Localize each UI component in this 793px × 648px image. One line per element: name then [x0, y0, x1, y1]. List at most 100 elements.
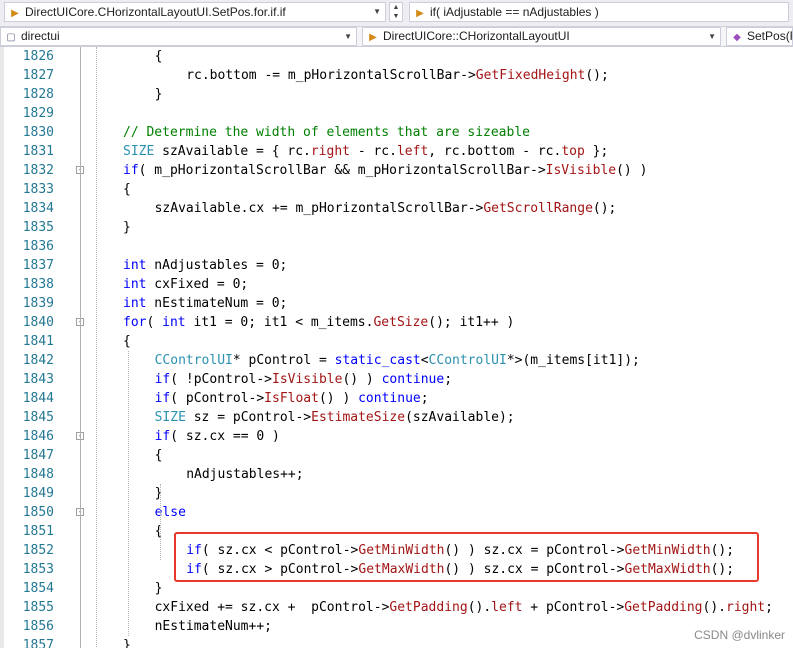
- code-token: ( pControl->: [170, 391, 265, 406]
- code-token: ( m_pHorizontalScrollBar && m_pHorizonta…: [138, 163, 546, 178]
- project-dropdown[interactable]: ▢ directui ▼: [0, 27, 357, 46]
- method-icon: ◆: [733, 32, 741, 43]
- code-token: if: [154, 391, 171, 406]
- code-text: int nEstimateNum = 0;: [123, 294, 287, 313]
- code-token: (: [146, 315, 163, 330]
- code-text: if( sz.cx == 0 ): [155, 427, 280, 446]
- code-line[interactable]: 1845 SIZE sz = pControl->EstimateSize(szA…: [0, 408, 793, 427]
- code-line[interactable]: 1837 int nAdjustables = 0;: [0, 256, 793, 275]
- code-line[interactable]: 1856 nEstimateNum++;: [0, 617, 793, 636]
- line-number: 1835: [22, 220, 54, 235]
- code-line[interactable]: 1832- if( m_pHorizontalScrollBar && m_pHo…: [0, 161, 793, 180]
- code-line[interactable]: 1855 cxFixed += sz.cx + pControl->GetPadd…: [0, 598, 793, 617]
- code-line[interactable]: 1839 int nEstimateNum = 0;: [0, 294, 793, 313]
- line-number: 1833: [22, 182, 54, 197]
- line-number: 1826: [22, 49, 54, 64]
- class-dropdown-label: DirectUICore::CHorizontalLayoutUI: [383, 29, 570, 43]
- code-text: {: [123, 332, 131, 351]
- code-token: {: [154, 448, 163, 463]
- code-text: SIZE szAvailable = { rc.right - rc.left,…: [123, 142, 608, 161]
- code-text: }: [155, 484, 163, 503]
- code-text: CControlUI* pControl = static_cast<CCont…: [155, 351, 640, 370]
- cpp-file-icon: ▢: [6, 32, 16, 43]
- code-token: IsFloat: [264, 391, 319, 406]
- line-number: 1857: [22, 638, 54, 648]
- code-token: right: [726, 600, 766, 615]
- code-line[interactable]: 1828}: [0, 85, 793, 104]
- line-number: 1830: [22, 125, 54, 140]
- code-text: rc.bottom -= m_pHorizontalScrollBar->Get…: [186, 66, 609, 85]
- code-line[interactable]: 1833 {: [0, 180, 793, 199]
- code-line[interactable]: 1847 {: [0, 446, 793, 465]
- code-token: GetPadding: [389, 600, 468, 615]
- line-number: 1838: [22, 277, 54, 292]
- line-number: 1828: [22, 87, 54, 102]
- code-token: CControlUI: [154, 353, 233, 368]
- code-token: {: [123, 182, 131, 197]
- code-token: cxFixed = 0;: [146, 277, 249, 292]
- code-token: * pControl =: [232, 353, 335, 368]
- code-token: if: [154, 429, 171, 444]
- code-line[interactable]: 1840- for( int it1 = 0; it1 < m_items.Get…: [0, 313, 793, 332]
- code-line[interactable]: 1846- if( sz.cx == 0 ): [0, 427, 793, 446]
- code-token: int: [162, 315, 186, 330]
- navigation-spinner[interactable]: ▲ ▼: [389, 2, 403, 22]
- code-token: () ): [616, 163, 648, 178]
- line-number: 1846: [22, 429, 54, 444]
- statement-dropdown[interactable]: ▶ if( iAdjustable == nAdjustables ): [409, 2, 789, 22]
- code-token: IsVisible: [545, 163, 617, 178]
- navigation-bar-top: ▶ DirectUICore.CHorizontalLayoutUI.SetPos…: [0, 0, 793, 27]
- code-line[interactable]: 1849}: [0, 484, 793, 503]
- highlight-annotation: [174, 532, 759, 582]
- code-line[interactable]: 1838 int cxFixed = 0;: [0, 275, 793, 294]
- code-text: cxFixed += sz.cx + pControl->GetPadding(…: [155, 598, 773, 617]
- code-line[interactable]: 1844 if( pControl->IsFloat() ) continue;: [0, 389, 793, 408]
- code-token: nAdjustables = 0;: [146, 258, 288, 273]
- code-token: IsVisible: [272, 372, 343, 387]
- code-text: for( int it1 = 0; it1 < m_items.GetSize(…: [123, 313, 514, 332]
- scope-dropdown[interactable]: ▶ DirectUICore.CHorizontalLayoutUI.SetPos…: [4, 2, 386, 22]
- code-line[interactable]: 1826 {: [0, 47, 793, 66]
- code-line[interactable]: 1836: [0, 237, 793, 256]
- code-line[interactable]: 1831 SIZE szAvailable = { rc.right - rc.l…: [0, 142, 793, 161]
- code-text: nAdjustables++;: [186, 465, 303, 484]
- arrow-right-icon: ▶: [416, 8, 424, 19]
- code-token: + pControl->: [522, 600, 625, 615]
- code-line[interactable]: 1843 if( !pControl->IsVisible() ) continu…: [0, 370, 793, 389]
- code-line[interactable]: 1834 szAvailable.cx += m_pHorizontalScrol…: [0, 199, 793, 218]
- code-token: () ): [342, 372, 382, 387]
- code-line[interactable]: 1835}: [0, 218, 793, 237]
- code-token: *>(m_items[it1]);: [506, 353, 640, 368]
- code-line[interactable]: 1829: [0, 104, 793, 123]
- code-line[interactable]: 1830 // Determine the width of elements t…: [0, 123, 793, 142]
- code-token: (szAvailable);: [405, 410, 515, 425]
- code-token: it1 = 0; it1 < m_items.: [185, 315, 374, 330]
- chevron-down-icon: ▼: [373, 7, 381, 16]
- code-text: int nAdjustables = 0;: [123, 256, 287, 275]
- code-token: // Determine the width of elements that …: [123, 125, 530, 140]
- member-dropdown-label: SetPos(R: [747, 29, 792, 43]
- line-number: 1837: [22, 258, 54, 273]
- line-number: 1844: [22, 391, 54, 406]
- code-token: GetScrollRange: [483, 201, 593, 216]
- code-line[interactable]: 1827 rc.bottom -= m_pHorizontalScrollBar-…: [0, 66, 793, 85]
- code-token: right: [310, 144, 350, 159]
- class-dropdown[interactable]: ▶ DirectUICore::CHorizontalLayoutUI ▼: [362, 27, 721, 46]
- line-number: 1836: [22, 239, 54, 254]
- code-text: {: [155, 47, 163, 66]
- code-editor[interactable]: 1826 {1827 rc.bottom -= m_pHorizontalScrol…: [0, 47, 793, 648]
- code-line[interactable]: 1848 nAdjustables++;: [0, 465, 793, 484]
- code-line[interactable]: 1850- else: [0, 503, 793, 522]
- indent-guide: [96, 47, 97, 648]
- project-dropdown-label: directui: [21, 29, 60, 43]
- code-token: nEstimateNum = 0;: [146, 296, 288, 311]
- member-dropdown[interactable]: ◆ SetPos(R: [726, 27, 793, 46]
- code-token: SIZE: [154, 410, 186, 425]
- outline-fold-line: [80, 47, 81, 648]
- arrow-right-icon: ▶: [11, 8, 19, 19]
- code-line[interactable]: 1842 CControlUI* pControl = static_cast<C…: [0, 351, 793, 370]
- code-token: ().: [702, 600, 726, 615]
- code-line[interactable]: 1841 {: [0, 332, 793, 351]
- code-line[interactable]: 1857}: [0, 636, 793, 648]
- code-token: ;: [765, 600, 773, 615]
